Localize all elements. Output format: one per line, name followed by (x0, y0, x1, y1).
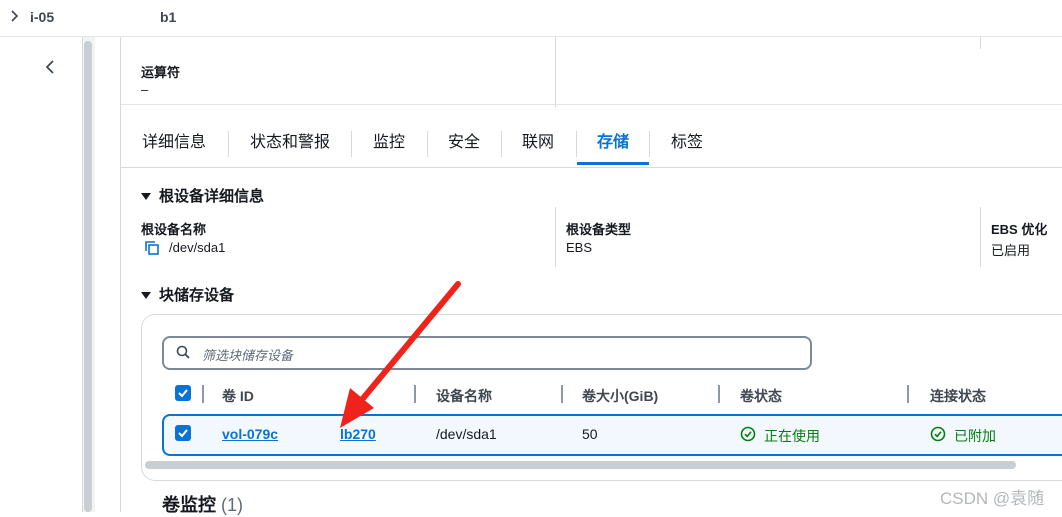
top-bar: i-05 b1 (0, 0, 1062, 37)
column-separator[interactable] (561, 385, 563, 403)
tab-separator (501, 131, 502, 157)
col-volume-size[interactable]: 卷大小(GiB) (582, 386, 658, 406)
volume-size-cell: 50 (582, 426, 598, 442)
filter-search-input[interactable]: 筛选块储存设备 (162, 336, 812, 370)
left-rail (0, 37, 120, 512)
search-icon (176, 345, 190, 359)
chevron-left-icon[interactable] (42, 59, 58, 75)
column-divider (980, 207, 981, 267)
tab-separator (351, 131, 352, 157)
tab-security[interactable]: 安全 (448, 125, 480, 165)
horizontal-scrollbar[interactable] (145, 461, 1016, 469)
watermark-text: CSDN @袁随 (940, 489, 1045, 508)
column-separator[interactable] (718, 385, 720, 403)
col-volume-id[interactable]: 卷 ID (222, 386, 254, 406)
copy-icon[interactable] (144, 240, 160, 256)
success-check-icon (930, 426, 946, 442)
tab-separator (427, 131, 428, 157)
volume-monitoring-title: 卷监控 (1) (162, 495, 244, 515)
attach-state-cell: 已附加 (954, 428, 996, 444)
chevron-right-icon[interactable] (8, 9, 22, 23)
block-devices-heading[interactable]: 块储存设备 (141, 284, 234, 305)
search-placeholder: 筛选块储存设备 (202, 348, 294, 363)
instance-id-suffix: b1 (160, 9, 177, 25)
root-device-heading[interactable]: 根设备详细信息 (141, 185, 264, 206)
root-device-name-value: /dev/sda1 (169, 240, 226, 255)
tab-tags[interactable]: 标签 (671, 125, 703, 165)
vertical-scrollbar-thumb[interactable] (84, 41, 92, 512)
caret-down-icon (141, 291, 151, 299)
success-check-icon (740, 426, 756, 442)
check-icon (178, 389, 188, 398)
col-volume-state[interactable]: 卷状态 (740, 386, 782, 406)
section-divider (121, 104, 1062, 105)
tab-separator (228, 131, 229, 157)
check-icon (178, 429, 188, 438)
row-checkbox[interactable] (175, 425, 191, 441)
caret-down-icon (141, 192, 151, 200)
operator-value: – (141, 82, 149, 97)
tab-storage[interactable]: 存储 (577, 125, 649, 165)
col-attach-state[interactable]: 连接状态 (930, 386, 986, 406)
root-device-name-label: 根设备名称 (141, 222, 207, 237)
root-device-type-label: 根设备类型 (566, 222, 632, 237)
tab-networking[interactable]: 联网 (522, 125, 554, 165)
root-device-type-value: EBS (566, 240, 593, 255)
tab-bar: 详细信息 状态和警报 监控 安全 联网 存储 标签 (121, 125, 1062, 168)
tab-status-alarms[interactable]: 状态和警报 (250, 125, 330, 165)
select-all-checkbox[interactable] (175, 385, 191, 401)
column-divider (555, 207, 556, 267)
ebs-optimized-label: EBS 优化 (991, 222, 1048, 237)
instance-id-prefix: i-05 (30, 9, 55, 25)
tab-details[interactable]: 详细信息 (142, 125, 206, 165)
tab-monitoring[interactable]: 监控 (373, 125, 405, 165)
column-divider (980, 37, 981, 49)
ebs-optimized-value: 已启用 (991, 243, 1031, 258)
operator-label: 运算符 (141, 65, 181, 80)
volume-state-cell: 正在使用 (764, 428, 820, 444)
column-divider (555, 37, 556, 107)
tab-separator (649, 131, 650, 157)
column-separator (202, 385, 204, 403)
annotation-arrow-icon (340, 281, 461, 428)
column-separator[interactable] (907, 385, 909, 403)
